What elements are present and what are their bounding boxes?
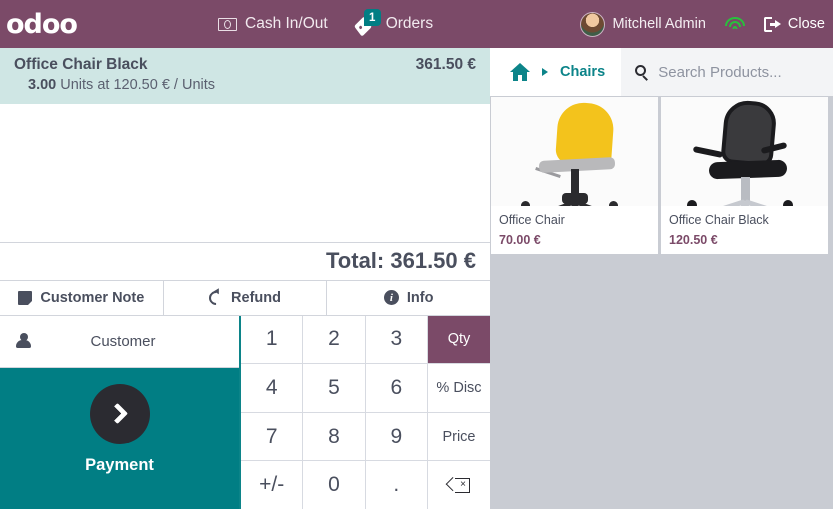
- product-price: 70.00 €: [499, 233, 541, 247]
- numpad-key-9[interactable]: 9: [365, 412, 428, 461]
- customer-note-button[interactable]: Customer Note: [0, 280, 164, 315]
- topbar-right-actions: Mitchell Admin Close: [580, 0, 825, 48]
- numpad-key-8[interactable]: 8: [303, 412, 366, 461]
- numpad-key-6[interactable]: 6: [365, 364, 428, 412]
- numpad-mode-discount[interactable]: % Disc: [427, 364, 490, 412]
- numpad-key-1[interactable]: 1: [241, 315, 304, 364]
- user-name-label: Mitchell Admin: [612, 16, 706, 32]
- numpad-row: 4 5 6 % Disc: [241, 364, 490, 413]
- payment-arrow-circle: [89, 383, 150, 444]
- main-body: Office Chair Black 361.50 € 3.00 Units a…: [0, 48, 833, 509]
- cash-in-out-label: Cash In/Out: [245, 15, 328, 32]
- customer-select-button[interactable]: Customer: [0, 315, 239, 368]
- numpad: 1 2 3 Qty 4 5 6 % Disc 7 8 9 Price +/- 0…: [241, 315, 490, 509]
- order-actions-bar: Customer Note Refund i Info: [0, 279, 490, 316]
- order-total-bar: Total: 361.50 €: [0, 241, 490, 280]
- wifi-status-icon: [724, 16, 746, 32]
- ticket-icon: 1: [353, 9, 381, 37]
- numpad-mode-qty[interactable]: Qty: [427, 315, 490, 364]
- exit-icon: [763, 16, 781, 32]
- note-icon: [18, 290, 34, 306]
- payment-label: Payment: [85, 455, 154, 474]
- order-line-details: 3.00 Units at 120.50 € / Units: [14, 77, 476, 93]
- search-input[interactable]: [658, 63, 819, 81]
- person-icon: [16, 333, 31, 349]
- refund-icon: [206, 287, 226, 308]
- info-icon: i: [383, 290, 399, 305]
- order-line-name: Office Chair Black: [14, 56, 148, 73]
- product-name: Office Chair Black: [669, 213, 769, 227]
- top-bar: odoo Cash In/Out 1 Orders Mitchell Admin: [0, 0, 833, 48]
- orders-count-badge: 1: [363, 9, 381, 26]
- order-panel: Office Chair Black 361.50 € 3.00 Units a…: [0, 48, 490, 509]
- topbar-center-actions: Cash In/Out 1 Orders: [218, 0, 433, 48]
- customer-label: Customer: [90, 332, 156, 350]
- numpad-key-plusminus[interactable]: +/-: [241, 461, 304, 509]
- home-icon[interactable]: [510, 63, 530, 81]
- product-image: [661, 97, 828, 206]
- product-info: Office Chair Black 120.50 €: [661, 206, 828, 254]
- numpad-key-3[interactable]: 3: [365, 315, 428, 364]
- order-total-label: Total: 361.50 €: [326, 248, 476, 273]
- search-bar: [621, 48, 833, 96]
- numpad-key-5[interactable]: 5: [303, 364, 366, 412]
- order-line-subtotal: 361.50 €: [415, 56, 476, 73]
- order-lines-list: Office Chair Black 361.50 € 3.00 Units a…: [0, 48, 490, 242]
- order-line-header: Office Chair Black 361.50 €: [14, 56, 476, 74]
- info-label: Info: [406, 289, 434, 306]
- orders-button[interactable]: 1 Orders: [353, 0, 434, 48]
- refund-label: Refund: [231, 289, 281, 306]
- order-line-qty: 3.00: [28, 77, 57, 93]
- breadcrumb-category[interactable]: Chairs: [560, 64, 605, 80]
- chevron-right-icon: [542, 68, 548, 76]
- product-grid: Office Chair 70.00 € Office Chair Black …: [490, 96, 833, 509]
- user-menu-button[interactable]: Mitchell Admin: [580, 11, 706, 37]
- numpad-row: 7 8 9 Price: [241, 412, 490, 462]
- breadcrumb: Chairs: [490, 48, 622, 96]
- numpad-row: 1 2 3 Qty: [241, 315, 490, 365]
- numpad-key-0[interactable]: 0: [303, 461, 366, 509]
- close-label: Close: [787, 16, 825, 32]
- info-button[interactable]: i Info: [327, 281, 490, 315]
- product-header: Chairs: [490, 48, 833, 96]
- odoo-logo[interactable]: odoo: [0, 11, 78, 38]
- numpad-key-4[interactable]: 4: [241, 364, 304, 412]
- close-session-button[interactable]: Close: [763, 16, 825, 32]
- numpad-backspace-button[interactable]: ×: [427, 461, 490, 509]
- order-line-unit-price: Units at 120.50 € / Units: [60, 77, 216, 93]
- payment-pane: Customer Payment: [0, 315, 241, 509]
- lower-left-area: Customer Payment 1 2 3 Qty 4 5 6 % Disc …: [0, 315, 490, 509]
- orders-label: Orders: [385, 15, 434, 32]
- customer-note-label: Customer Note: [40, 289, 145, 306]
- product-name: Office Chair: [499, 213, 565, 227]
- product-card[interactable]: Office Chair 70.00 €: [490, 96, 659, 255]
- backspace-icon: ×: [446, 476, 470, 493]
- payment-button[interactable]: Payment: [0, 367, 239, 509]
- refund-button[interactable]: Refund: [164, 280, 328, 315]
- product-image: [491, 97, 658, 206]
- product-info: Office Chair 70.00 €: [491, 206, 658, 254]
- product-price: 120.50 €: [669, 233, 718, 247]
- order-line[interactable]: Office Chair Black 361.50 € 3.00 Units a…: [0, 48, 490, 104]
- product-panel: Chairs Search Products... Office Chair 7…: [490, 48, 833, 509]
- numpad-row: +/- 0 . ×: [241, 461, 490, 509]
- search-icon: [635, 64, 649, 82]
- chevron-right-icon: [106, 403, 128, 425]
- numpad-mode-price[interactable]: Price: [427, 412, 490, 461]
- numpad-key-7[interactable]: 7: [241, 412, 304, 461]
- numpad-key-decimal[interactable]: .: [365, 461, 428, 509]
- avatar: [580, 11, 606, 37]
- pos-app: odoo Cash In/Out 1 Orders Mitchell Admin: [0, 0, 833, 509]
- cash-in-out-button[interactable]: Cash In/Out: [218, 0, 328, 48]
- product-card[interactable]: Office Chair Black 120.50 €: [660, 96, 829, 255]
- banknote-icon: [218, 17, 237, 31]
- numpad-key-2[interactable]: 2: [303, 315, 366, 364]
